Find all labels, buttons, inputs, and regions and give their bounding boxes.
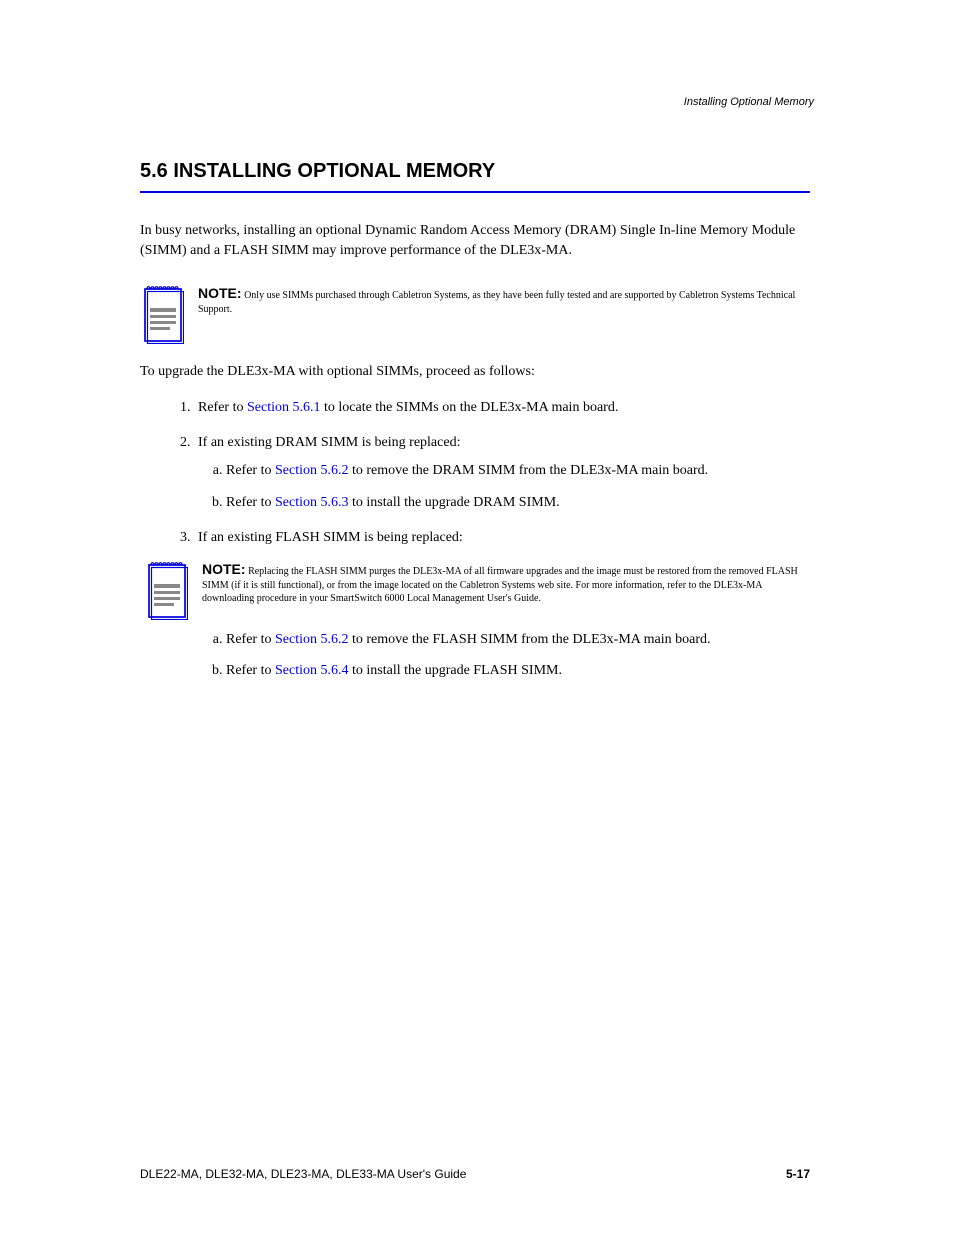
section-link[interactable]: Section 5.6.3 [275, 495, 349, 510]
note-body: Replacing the FLASH SIMM purges the DLE3… [202, 566, 798, 604]
step-item: If an existing DRAM SIMM is being replac… [194, 433, 810, 512]
section-link[interactable]: Section 5.6.1 [247, 400, 321, 415]
running-header: Installing Optional Memory [684, 96, 814, 108]
step-item: Refer to Section 5.6.1 to locate the SIM… [194, 398, 810, 418]
section-link[interactable]: Section 5.6.2 [275, 632, 349, 647]
substep-text: Refer to [226, 663, 275, 678]
note-block: NOTE: Only use SIMMs purchased through C… [140, 282, 810, 344]
substep-item: Refer to Section 5.6.3 to install the up… [226, 493, 810, 513]
note-body: Only use SIMMs purchased through Cabletr… [198, 290, 795, 315]
note-text: NOTE: Replacing the FLASH SIMM purges th… [202, 558, 810, 606]
step-text: to locate the SIMMs on the DLE3x-MA main… [320, 400, 618, 415]
substep-item: Refer to Section 5.6.2 to remove the FLA… [226, 630, 810, 650]
substep-text: to remove the DRAM SIMM from the DLE3x-M… [348, 463, 708, 478]
page-footer: DLE22-MA, DLE32-MA, DLE23-MA, DLE33-MA U… [140, 1167, 810, 1181]
page-content: 5.6 INSTALLING OPTIONAL MEMORY In busy n… [140, 160, 810, 697]
substep-item: Refer to Section 5.6.4 to install the up… [226, 661, 810, 681]
notepad-icon [140, 282, 184, 344]
note-block: NOTE: Replacing the FLASH SIMM purges th… [198, 558, 810, 620]
step-text: If an existing FLASH SIMM is being repla… [198, 528, 810, 548]
note-label: NOTE: [202, 561, 246, 577]
notepad-icon [144, 558, 188, 620]
substep-text: Refer to [226, 632, 275, 647]
step-text: Refer to [198, 400, 247, 415]
note-label: NOTE: [198, 285, 242, 301]
substep-text: to install the upgrade FLASH SIMM. [348, 663, 562, 678]
footer-title: DLE22-MA, DLE32-MA, DLE23-MA, DLE33-MA U… [140, 1167, 466, 1181]
substep-text: Refer to [226, 495, 275, 510]
section-title: 5.6 INSTALLING OPTIONAL MEMORY [140, 160, 810, 193]
page-number: 5-17 [786, 1167, 810, 1181]
section-link[interactable]: Section 5.6.4 [275, 663, 349, 678]
step-item: If an existing FLASH SIMM is being repla… [194, 528, 810, 681]
substep-text: to install the upgrade DRAM SIMM. [348, 495, 559, 510]
substep-item: Refer to Section 5.6.2 to remove the DRA… [226, 461, 810, 481]
section-link[interactable]: Section 5.6.2 [275, 463, 349, 478]
note-text: NOTE: Only use SIMMs purchased through C… [198, 282, 810, 316]
intro-paragraph: In busy networks, installing an optional… [140, 221, 810, 260]
substeps-list: Refer to Section 5.6.2 to remove the FLA… [226, 630, 810, 681]
substeps-list: Refer to Section 5.6.2 to remove the DRA… [226, 461, 810, 512]
steps-lead: To upgrade the DLE3x-MA with optional SI… [140, 362, 810, 382]
step-text: If an existing DRAM SIMM is being replac… [198, 433, 810, 453]
steps-list: Refer to Section 5.6.1 to locate the SIM… [194, 398, 810, 681]
substep-text: to remove the FLASH SIMM from the DLE3x-… [348, 632, 710, 647]
substep-text: Refer to [226, 463, 275, 478]
